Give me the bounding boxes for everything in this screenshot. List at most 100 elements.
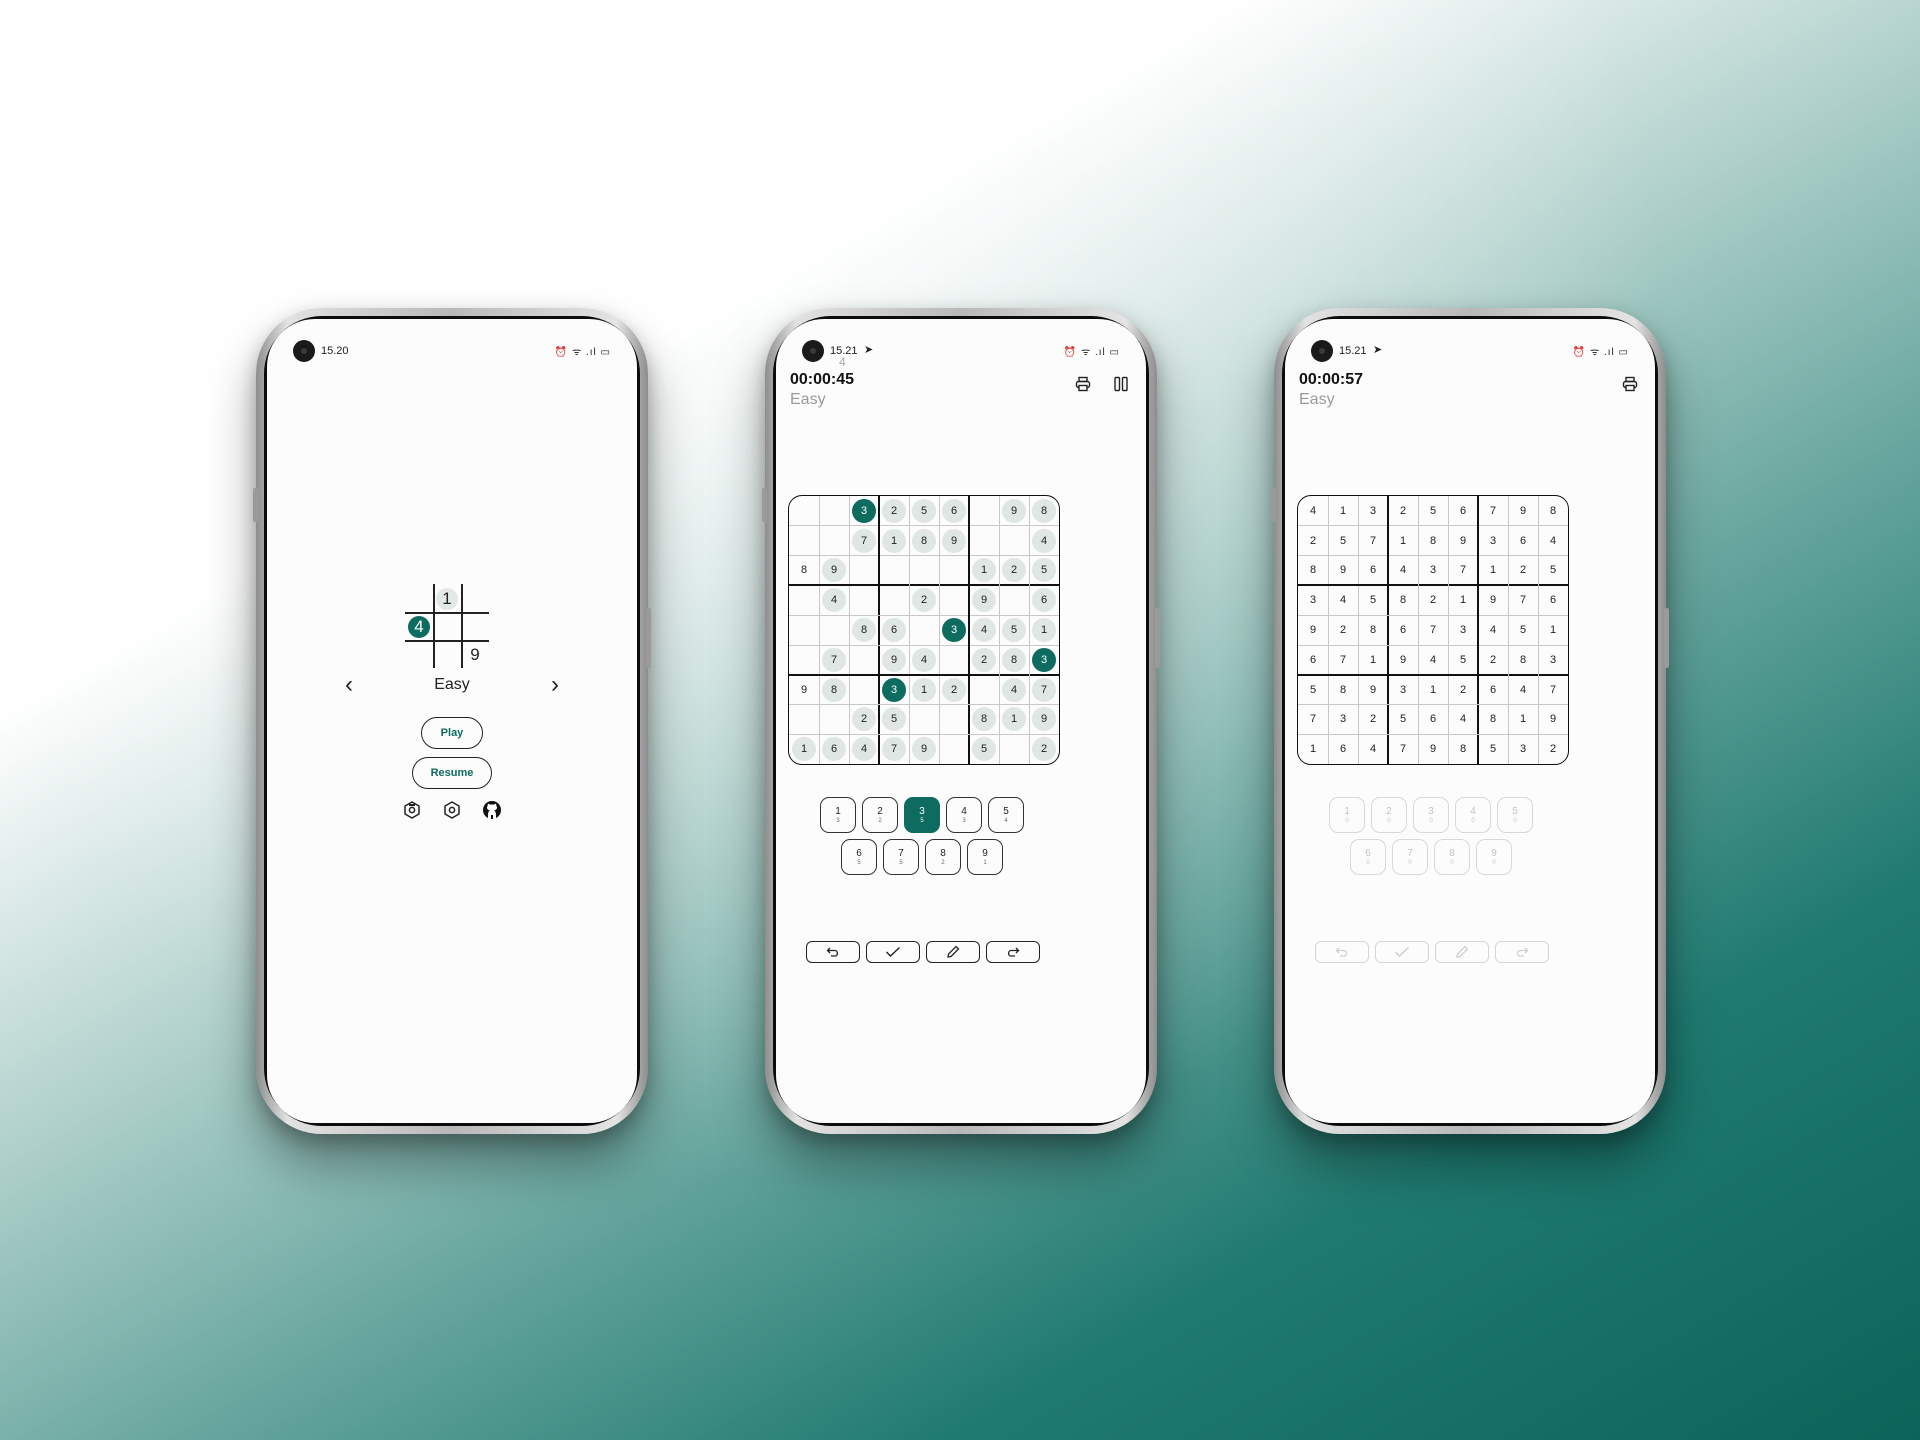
board-cell[interactable]: 9: [969, 585, 999, 615]
board-cell[interactable]: [909, 615, 939, 645]
board-cell[interactable]: 1: [909, 675, 939, 705]
board-cell[interactable]: 4: [849, 734, 879, 764]
board-cell[interactable]: 9: [999, 496, 1029, 526]
board-cell[interactable]: 9: [909, 734, 939, 764]
board-cell[interactable]: [969, 526, 999, 556]
board-cell[interactable]: 4: [1298, 496, 1328, 526]
board-cell[interactable]: 2: [1029, 734, 1059, 764]
board-cell[interactable]: 9: [1478, 585, 1508, 615]
board-cell[interactable]: 5: [1388, 705, 1418, 735]
board-cell[interactable]: 9: [1328, 556, 1358, 586]
board-cell[interactable]: 4: [1388, 556, 1418, 586]
board-cell[interactable]: 5: [1478, 734, 1508, 764]
board-cell[interactable]: 3: [1388, 675, 1418, 705]
board-cell[interactable]: 5: [1328, 526, 1358, 556]
board-cell[interactable]: 5: [969, 734, 999, 764]
board-cell[interactable]: 1: [1298, 734, 1328, 764]
board-cell[interactable]: 4: [1328, 585, 1358, 615]
board-cell[interactable]: 4: [819, 585, 849, 615]
board-cell[interactable]: 8: [819, 675, 849, 705]
board-cell[interactable]: 1: [1328, 496, 1358, 526]
board-cell[interactable]: 3: [1358, 496, 1388, 526]
board-cell[interactable]: 1: [1448, 585, 1478, 615]
number-key-7[interactable]: 75: [883, 839, 919, 875]
board-cell[interactable]: [999, 526, 1029, 556]
board-cell[interactable]: 1: [1538, 615, 1568, 645]
board-cell[interactable]: 7: [1448, 556, 1478, 586]
board-cell[interactable]: 2: [1478, 645, 1508, 675]
number-key-9[interactable]: 91: [967, 839, 1003, 875]
undo-button[interactable]: [806, 941, 860, 963]
board-cell[interactable]: 5: [1029, 556, 1059, 586]
board-cell[interactable]: 8: [1508, 645, 1538, 675]
undo-button[interactable]: [1315, 941, 1369, 963]
board-cell[interactable]: 2: [879, 496, 909, 526]
board-cell[interactable]: [819, 526, 849, 556]
board-cell[interactable]: 6: [1358, 556, 1388, 586]
board-cell[interactable]: 7: [1328, 645, 1358, 675]
board-cell[interactable]: 5: [999, 615, 1029, 645]
number-key-4[interactable]: 43: [946, 797, 982, 833]
board-cell[interactable]: [969, 496, 999, 526]
number-key-3[interactable]: 35: [904, 797, 940, 833]
board-cell[interactable]: 3: [1328, 705, 1358, 735]
board-cell[interactable]: 1: [879, 526, 909, 556]
board-cell[interactable]: 7: [1538, 675, 1568, 705]
board-cell[interactable]: 8: [969, 705, 999, 735]
settings-icon[interactable]: [401, 799, 423, 821]
board-cell[interactable]: [819, 496, 849, 526]
board-cell[interactable]: 8: [1388, 585, 1418, 615]
board-cell[interactable]: 7: [1388, 734, 1418, 764]
board-cell[interactable]: 3: [1538, 645, 1568, 675]
board-cell[interactable]: 8: [1478, 705, 1508, 735]
board-cell[interactable]: 8: [1029, 496, 1059, 526]
board-cell[interactable]: 3: [849, 496, 879, 526]
board-cell[interactable]: [939, 585, 969, 615]
board-cell[interactable]: [789, 526, 819, 556]
board-cell[interactable]: 1: [1029, 615, 1059, 645]
board-cell[interactable]: 8: [1328, 675, 1358, 705]
number-key-7[interactable]: 70: [1392, 839, 1428, 875]
board-cell[interactable]: 8: [999, 645, 1029, 675]
number-key-9[interactable]: 90: [1476, 839, 1512, 875]
board-cell[interactable]: 4: [1029, 526, 1059, 556]
board-cell[interactable]: 2: [1358, 705, 1388, 735]
board-cell[interactable]: 1: [1358, 645, 1388, 675]
number-key-1[interactable]: 13: [820, 797, 856, 833]
number-key-5[interactable]: 50: [1497, 797, 1533, 833]
board-cell[interactable]: [939, 556, 969, 586]
board-cell[interactable]: 9: [939, 526, 969, 556]
board-cell[interactable]: 9: [1508, 496, 1538, 526]
print-icon[interactable]: [1072, 373, 1094, 395]
board-cell[interactable]: 7: [1358, 526, 1388, 556]
board-cell[interactable]: 1: [1508, 705, 1538, 735]
board-cell[interactable]: 3: [879, 675, 909, 705]
pencil-button[interactable]: [926, 941, 980, 963]
board-cell[interactable]: 6: [1478, 675, 1508, 705]
pencil-button[interactable]: [1435, 941, 1489, 963]
board-cell[interactable]: 8: [789, 556, 819, 586]
number-key-6[interactable]: 65: [841, 839, 877, 875]
board-cell[interactable]: 2: [1388, 496, 1418, 526]
board-cell[interactable]: 9: [1538, 705, 1568, 735]
board-cell[interactable]: [789, 585, 819, 615]
board-cell[interactable]: 1: [999, 705, 1029, 735]
board-cell[interactable]: 9: [1418, 734, 1448, 764]
board-cell[interactable]: 3: [1508, 734, 1538, 764]
board-cell[interactable]: 4: [999, 675, 1029, 705]
board-cell[interactable]: 7: [1418, 615, 1448, 645]
number-key-5[interactable]: 54: [988, 797, 1024, 833]
board-cell[interactable]: 8: [1448, 734, 1478, 764]
board-cell[interactable]: 5: [1508, 615, 1538, 645]
board-cell[interactable]: 6: [1029, 585, 1059, 615]
board-cell[interactable]: 8: [1418, 526, 1448, 556]
sudoku-board[interactable]: 3256987189489125429686345179428398312472…: [788, 495, 1060, 765]
board-cell[interactable]: [939, 705, 969, 735]
pause-icon[interactable]: [1110, 373, 1132, 395]
board-cell[interactable]: [909, 705, 939, 735]
board-cell[interactable]: [819, 705, 849, 735]
number-key-3[interactable]: 30: [1413, 797, 1449, 833]
board-cell[interactable]: 1: [789, 734, 819, 764]
board-cell[interactable]: 9: [1298, 615, 1328, 645]
board-cell[interactable]: [999, 585, 1029, 615]
